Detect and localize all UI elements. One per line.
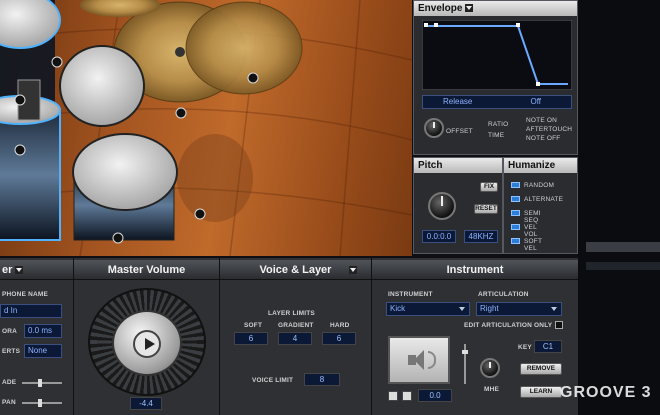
articulation-select[interactable]: Right (476, 302, 562, 316)
drum-kit-stage[interactable] (0, 0, 412, 256)
note-on-option[interactable]: NOTE ON (526, 117, 557, 124)
layer-limits-label: LAYER LIMITS (268, 310, 315, 317)
reset-button[interactable]: RESET (474, 204, 498, 214)
voice-layer-header[interactable]: Voice & Layer (220, 260, 371, 280)
articulation-label: ARTICULATION (478, 291, 529, 298)
voice-layer-panel: Voice & Layer LAYER LIMITS SOFT GRADIENT… (220, 258, 372, 415)
envelope-header[interactable]: Envelope (414, 1, 577, 16)
chevron-down-icon[interactable] (349, 266, 357, 274)
hard-limit-value[interactable]: 6 (322, 332, 356, 345)
envelope-panel: Envelope Release Off OFFSET RATIO TIME N… (413, 0, 578, 155)
mic-select[interactable]: d In (0, 304, 62, 318)
key-label: KEY (518, 344, 532, 351)
soft-label: SOFT (244, 322, 263, 329)
envelope-value: Off (530, 97, 541, 106)
voice-limit-value[interactable]: 8 (304, 373, 340, 386)
master-volume-title: Master Volume (74, 260, 219, 280)
previous-icon[interactable] (388, 391, 398, 401)
ratio-label: RATIO (488, 121, 509, 128)
gradient-limit-value[interactable]: 4 (278, 332, 312, 345)
mixer-header[interactable]: er (0, 260, 73, 280)
pan-slider[interactable] (22, 402, 62, 404)
pitch-header: Pitch (414, 158, 502, 173)
fade-slider[interactable] (22, 382, 62, 384)
groove3-logo: GROOVE 3 (560, 384, 652, 401)
learn-button[interactable]: LEARN (520, 386, 562, 398)
voice-limit-label: VOICE LIMIT (252, 377, 294, 384)
fade-slider-thumb[interactable] (38, 379, 42, 387)
next-icon[interactable] (402, 391, 412, 401)
background-window (578, 0, 660, 415)
play-icon[interactable] (133, 330, 161, 358)
instrument-pitch-value[interactable]: 0.0 (418, 389, 452, 402)
fade-label: ADE (2, 379, 17, 386)
note-off-option[interactable]: NOTE OFF (526, 135, 560, 142)
time-label: TIME (488, 132, 505, 139)
mixer-panel: er PHONE NAME d In ORA 0.0 ms ERTS None … (0, 258, 74, 415)
master-volume-value[interactable]: -4.4 (130, 397, 162, 410)
pan-label: PAN (2, 399, 16, 406)
gradient-label: GRADIENT (278, 322, 314, 329)
bottom-panel: er PHONE NAME d In ORA 0.0 ms ERTS None … (0, 258, 578, 415)
pitch-panel: Pitch FIX RESET 0.0:0.0 48KHZ (413, 157, 503, 254)
aftertouch-option[interactable]: AFTERTOUCH (526, 126, 572, 133)
humanize-panel: Humanize RANDOM ALTERNATE SEMI SEQ VEL V… (503, 157, 578, 254)
speaker-icon[interactable] (388, 336, 450, 384)
pan-slider-thumb[interactable] (38, 399, 42, 407)
delay-field[interactable]: 0.0 ms (24, 324, 62, 338)
mic-label: PHONE NAME (2, 291, 49, 298)
envelope-mode: Release (443, 97, 473, 106)
envelope-graph[interactable] (422, 20, 572, 90)
mute-label: MHE (484, 386, 500, 393)
soft-limit-value[interactable]: 6 (234, 332, 268, 345)
edit-articulation-label: EDIT ARTICULATION ONLY (464, 322, 553, 329)
effects-field[interactable]: None (24, 344, 62, 358)
key-value[interactable]: C1 (534, 340, 562, 353)
delay-label: ORA (2, 328, 18, 335)
chevron-down-icon (551, 307, 557, 311)
effects-label: ERTS (2, 348, 21, 355)
drum-kit-illustration (0, 0, 412, 256)
pitch-value[interactable]: 0.0:0.0 (422, 230, 456, 243)
edit-articulation-checkbox[interactable] (555, 321, 563, 329)
mute-knob[interactable] (480, 358, 500, 378)
remove-button[interactable]: REMOVE (520, 363, 562, 375)
pitch-knob[interactable] (428, 192, 456, 220)
instrument-title: Instrument (372, 260, 578, 280)
instrument-volume-thumb[interactable] (462, 350, 468, 354)
instrument-select[interactable]: Kick (386, 302, 470, 316)
chevron-down-icon (459, 307, 465, 311)
instrument-label: INSTRUMENT (388, 291, 433, 298)
envelope-mode-display[interactable]: Release Off (422, 95, 572, 109)
chevron-down-icon[interactable] (465, 4, 474, 12)
sample-rate[interactable]: 48KHZ (464, 230, 498, 243)
fix-button[interactable]: FIX (480, 182, 498, 192)
master-volume-panel: Master Volume -4.4 (74, 258, 220, 415)
humanize-header: Humanize (504, 158, 577, 173)
offset-label: OFFSET (446, 128, 473, 135)
instrument-panel: Instrument INSTRUMENT Kick ARTICULATION … (372, 258, 578, 415)
offset-knob[interactable] (424, 118, 444, 138)
hard-label: HARD (330, 322, 350, 329)
chevron-down-icon[interactable] (15, 266, 24, 274)
